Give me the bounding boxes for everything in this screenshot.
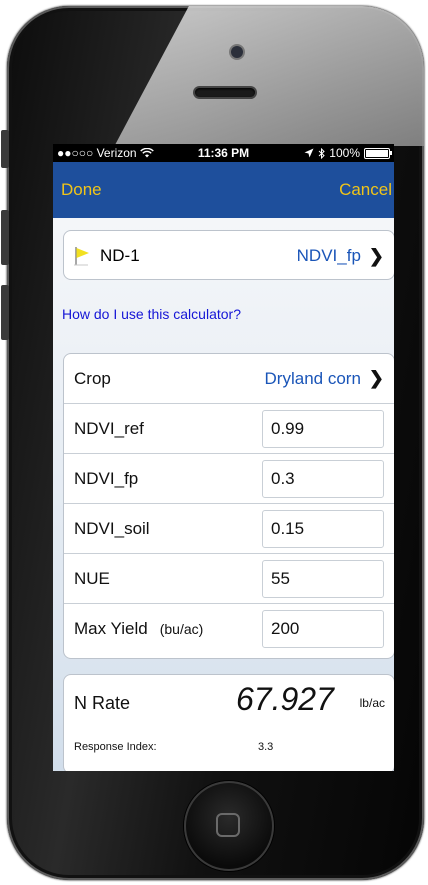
n-rate-unit: lb/ac bbox=[359, 696, 385, 710]
ndvi-ref-input[interactable] bbox=[262, 409, 384, 448]
flag-icon bbox=[74, 247, 89, 266]
max-yield-label: Max Yield bbox=[74, 619, 148, 638]
bluetooth-icon bbox=[318, 147, 326, 159]
app-screen: ●●○○○ Verizon 11:36 PM 100% Done Cancel … bbox=[53, 144, 394, 771]
volume-up-button bbox=[1, 210, 9, 265]
location-arrow-icon bbox=[304, 148, 314, 158]
ndvi-soil-input[interactable] bbox=[262, 509, 384, 548]
volume-down-button bbox=[1, 285, 9, 340]
battery-percent: 100% bbox=[329, 146, 360, 160]
earpiece-speaker bbox=[195, 88, 255, 97]
wifi-icon bbox=[139, 148, 154, 158]
field-selector-card[interactable]: ND-1 NDVI_fp ❯ bbox=[63, 230, 394, 280]
n-rate-label: N Rate bbox=[74, 693, 131, 713]
chevron-right-icon: ❯ bbox=[368, 368, 384, 388]
nue-row: NUE bbox=[64, 554, 394, 604]
battery-icon bbox=[364, 147, 392, 159]
ndvi-soil-row: NDVI_soil bbox=[64, 504, 394, 554]
n-rate-value: 67.927 bbox=[236, 681, 334, 717]
inputs-card: Crop Dryland corn ❯ NDVI_ref NDVI_fp NDV… bbox=[63, 353, 394, 659]
status-bar: ●●○○○ Verizon 11:36 PM 100% bbox=[53, 144, 394, 162]
crop-label: Crop bbox=[74, 368, 111, 388]
field-type: NDVI_fp bbox=[296, 246, 361, 265]
ndvi-soil-label: NDVI_soil bbox=[74, 518, 150, 538]
phone-frame: ●●○○○ Verizon 11:36 PM 100% Done Cancel … bbox=[7, 6, 424, 880]
crop-value: Dryland corn bbox=[264, 368, 361, 388]
ndvi-fp-label: NDVI_fp bbox=[74, 468, 139, 488]
home-button[interactable] bbox=[184, 781, 274, 871]
done-button[interactable]: Done bbox=[61, 180, 102, 200]
ndvi-ref-row: NDVI_ref bbox=[64, 404, 394, 454]
ndvi-ref-label: NDVI_ref bbox=[74, 418, 144, 438]
max-yield-unit: (bu/ac) bbox=[159, 621, 204, 637]
ndvi-fp-input[interactable] bbox=[262, 459, 384, 498]
response-index-value: 3.3 bbox=[258, 741, 274, 753]
content-area: ND-1 NDVI_fp ❯ How do I use this calcula… bbox=[53, 218, 394, 771]
chevron-right-icon: ❯ bbox=[368, 245, 384, 266]
field-selector-row[interactable]: ND-1 NDVI_fp ❯ bbox=[64, 231, 394, 281]
carrier-label: ●●○○○ Verizon bbox=[57, 146, 137, 160]
status-carrier-group: ●●○○○ Verizon bbox=[57, 146, 154, 160]
front-camera bbox=[231, 46, 243, 58]
max-yield-input[interactable] bbox=[262, 610, 384, 648]
nue-input[interactable] bbox=[262, 559, 384, 598]
cancel-button[interactable]: Cancel bbox=[339, 180, 392, 200]
mute-switch bbox=[1, 130, 9, 168]
field-name: ND-1 bbox=[100, 246, 140, 265]
max-yield-row: Max Yield (bu/ac) bbox=[64, 604, 394, 654]
help-link[interactable]: How do I use this calculator? bbox=[62, 306, 241, 322]
crop-row[interactable]: Crop Dryland corn ❯ bbox=[64, 354, 394, 404]
status-indicators: 100% bbox=[304, 146, 392, 160]
ndvi-fp-row: NDVI_fp bbox=[64, 454, 394, 504]
result-card: N Rate 67.927 lb/ac Response Index: 3.3 bbox=[63, 674, 394, 771]
response-index-label: Response Index: bbox=[74, 741, 157, 753]
navigation-bar: Done Cancel bbox=[53, 162, 394, 218]
home-square-icon bbox=[216, 813, 240, 837]
screen-glare bbox=[114, 6, 424, 146]
nue-label: NUE bbox=[74, 568, 110, 588]
